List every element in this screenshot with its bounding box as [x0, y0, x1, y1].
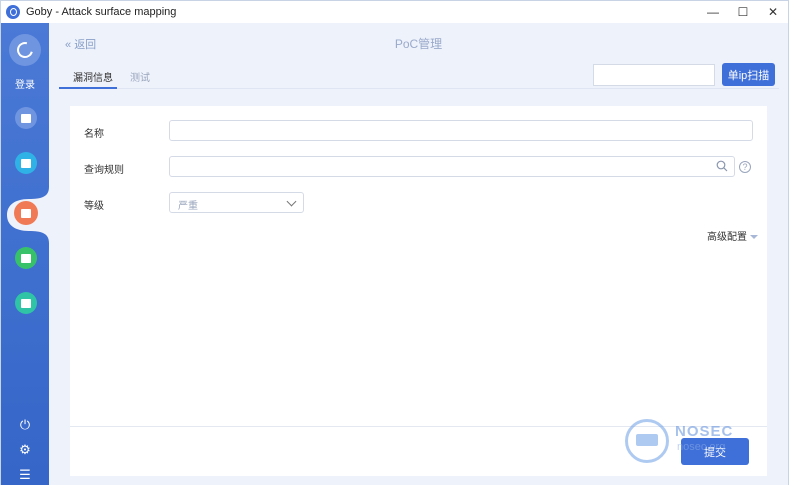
window-controls: — ☐ ✕	[698, 1, 788, 23]
list-icon	[21, 158, 31, 168]
watermark-text: NOSEC	[675, 423, 734, 440]
app-window: Goby - Attack surface mapping — ☐ ✕ 登录 ⏻…	[0, 0, 789, 485]
sidebar-item-list[interactable]	[15, 152, 37, 174]
single-ip-input[interactable]	[593, 64, 715, 86]
login-label[interactable]: 登录	[1, 76, 49, 91]
active-tab-indicator	[59, 87, 117, 89]
caret-down-icon	[750, 235, 758, 240]
power-icon[interactable]: ⏻	[17, 417, 33, 433]
window-title: Goby - Attack surface mapping	[26, 6, 177, 18]
main-content: « 返回 PoC管理 漏洞信息 测试 单ip扫描 名称 查询规则 ? 等级 严重…	[49, 23, 788, 485]
sidebar-item-plugin[interactable]	[15, 292, 37, 314]
search-icon[interactable]	[716, 160, 728, 172]
level-select[interactable]: 严重	[169, 192, 304, 213]
nosec-watermark: NOSEC nosec.org	[625, 417, 751, 467]
plugin-icon	[21, 298, 31, 308]
server-icon	[21, 113, 31, 123]
menu-icon[interactable]: ☰	[17, 467, 33, 483]
poc-icon	[21, 208, 31, 218]
sidebar-item-assets[interactable]	[15, 107, 37, 129]
maximize-button[interactable]: ☐	[728, 1, 758, 23]
level-selected-value: 严重	[178, 201, 198, 212]
page-title: PoC管理	[394, 37, 443, 51]
chart-icon	[21, 253, 31, 263]
query-rule-field[interactable]	[169, 156, 735, 177]
advanced-config-toggle[interactable]: 高级配置	[707, 228, 758, 243]
tab-test[interactable]: 测试	[130, 69, 150, 84]
sidebar: 登录 ⏻ ⚙ ☰	[1, 23, 49, 485]
name-label: 名称	[84, 129, 104, 140]
advanced-config-label: 高级配置	[707, 232, 747, 243]
tab-vuln-info[interactable]: 漏洞信息	[73, 69, 113, 84]
nosec-logo-icon	[625, 419, 669, 463]
close-button[interactable]: ✕	[758, 1, 788, 23]
watermark-subtext: nosec.org	[677, 441, 726, 453]
query-rule-label: 查询规则	[84, 165, 124, 176]
chevron-down-icon	[286, 196, 297, 207]
minimize-button[interactable]: —	[698, 1, 728, 23]
name-field[interactable]	[169, 120, 753, 141]
avatar[interactable]	[9, 34, 41, 66]
settings-icon[interactable]: ⚙	[17, 442, 33, 458]
title-bar: Goby - Attack surface mapping — ☐ ✕	[1, 1, 788, 23]
single-ip-scan-button[interactable]: 单ip扫描	[722, 63, 775, 86]
sidebar-item-report[interactable]	[15, 247, 37, 269]
top-bar: « 返回 PoC管理	[49, 23, 788, 61]
goby-logo-icon	[6, 5, 20, 19]
help-icon[interactable]: ?	[739, 161, 751, 173]
level-label: 等级	[84, 201, 104, 212]
sidebar-item-poc[interactable]	[14, 201, 38, 225]
